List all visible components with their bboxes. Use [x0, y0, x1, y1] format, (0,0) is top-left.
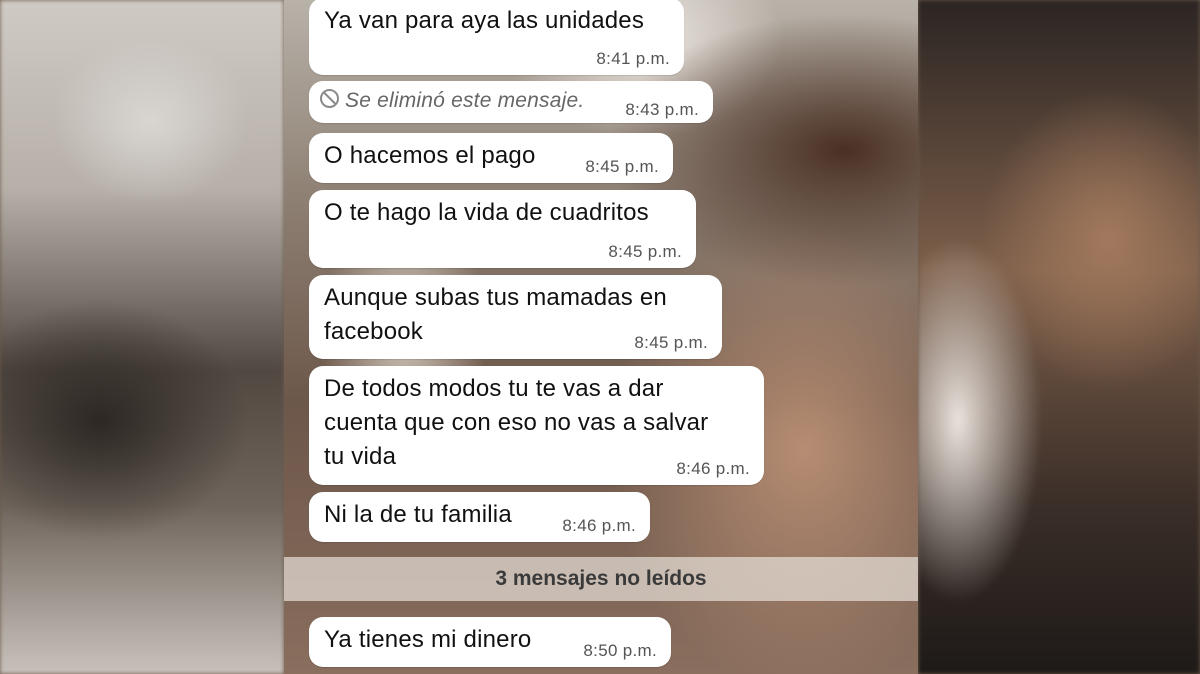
- unread-messages-banner: 3 mensajes no leídos: [284, 557, 918, 601]
- message-time: 8:45 p.m.: [608, 242, 682, 261]
- chat-message[interactable]: O hacemos el pago 8:45 p.m.: [309, 133, 673, 183]
- blurred-background-right: [918, 0, 1200, 674]
- message-time: 8:45 p.m.: [634, 333, 708, 352]
- blurred-background-left: [0, 0, 284, 674]
- message-text: Ya van para aya las unidades: [324, 7, 645, 34]
- chat-message[interactable]: Ya tienes mi dinero 8:50 p.m.: [309, 617, 671, 667]
- message-line: cuenta que con eso no vas a salvar: [324, 409, 709, 436]
- chat-message[interactable]: Ni la de tu familia 8:46 p.m.: [309, 492, 650, 542]
- deleted-message[interactable]: Se eliminó este mensaje. 8:43 p.m.: [309, 81, 713, 123]
- message-time: 8:46 p.m.: [676, 459, 750, 478]
- message-time: 8:45 p.m.: [585, 157, 659, 176]
- chat-message[interactable]: O te hago la vida de cuadritos 8:45 p.m.: [309, 190, 696, 268]
- deleted-message-text: Se eliminó este mensaje.: [345, 89, 585, 112]
- message-line: Aunque subas tus mamadas en: [324, 284, 667, 311]
- ban-icon: [320, 89, 339, 108]
- message-time: 8:43 p.m.: [625, 100, 699, 119]
- message-time: 8:41 p.m.: [596, 49, 670, 68]
- chat-message[interactable]: Ya van para aya las unidades 8:41 p.m.: [309, 0, 684, 75]
- message-text: O te hago la vida de cuadritos: [324, 199, 649, 226]
- chat-message[interactable]: Aunque subas tus mamadas en facebook 8:4…: [309, 275, 722, 359]
- message-line: De todos modos tu te vas a dar: [324, 375, 664, 402]
- chat-message[interactable]: De todos modos tu te vas a dar cuenta qu…: [309, 366, 764, 485]
- message-time: 8:46 p.m.: [562, 516, 636, 535]
- message-text: Ni la de tu familia: [324, 501, 512, 528]
- message-text: O hacemos el pago: [324, 142, 536, 169]
- message-text: Ya tienes mi dinero: [324, 626, 532, 653]
- message-time: 8:50 p.m.: [583, 641, 657, 660]
